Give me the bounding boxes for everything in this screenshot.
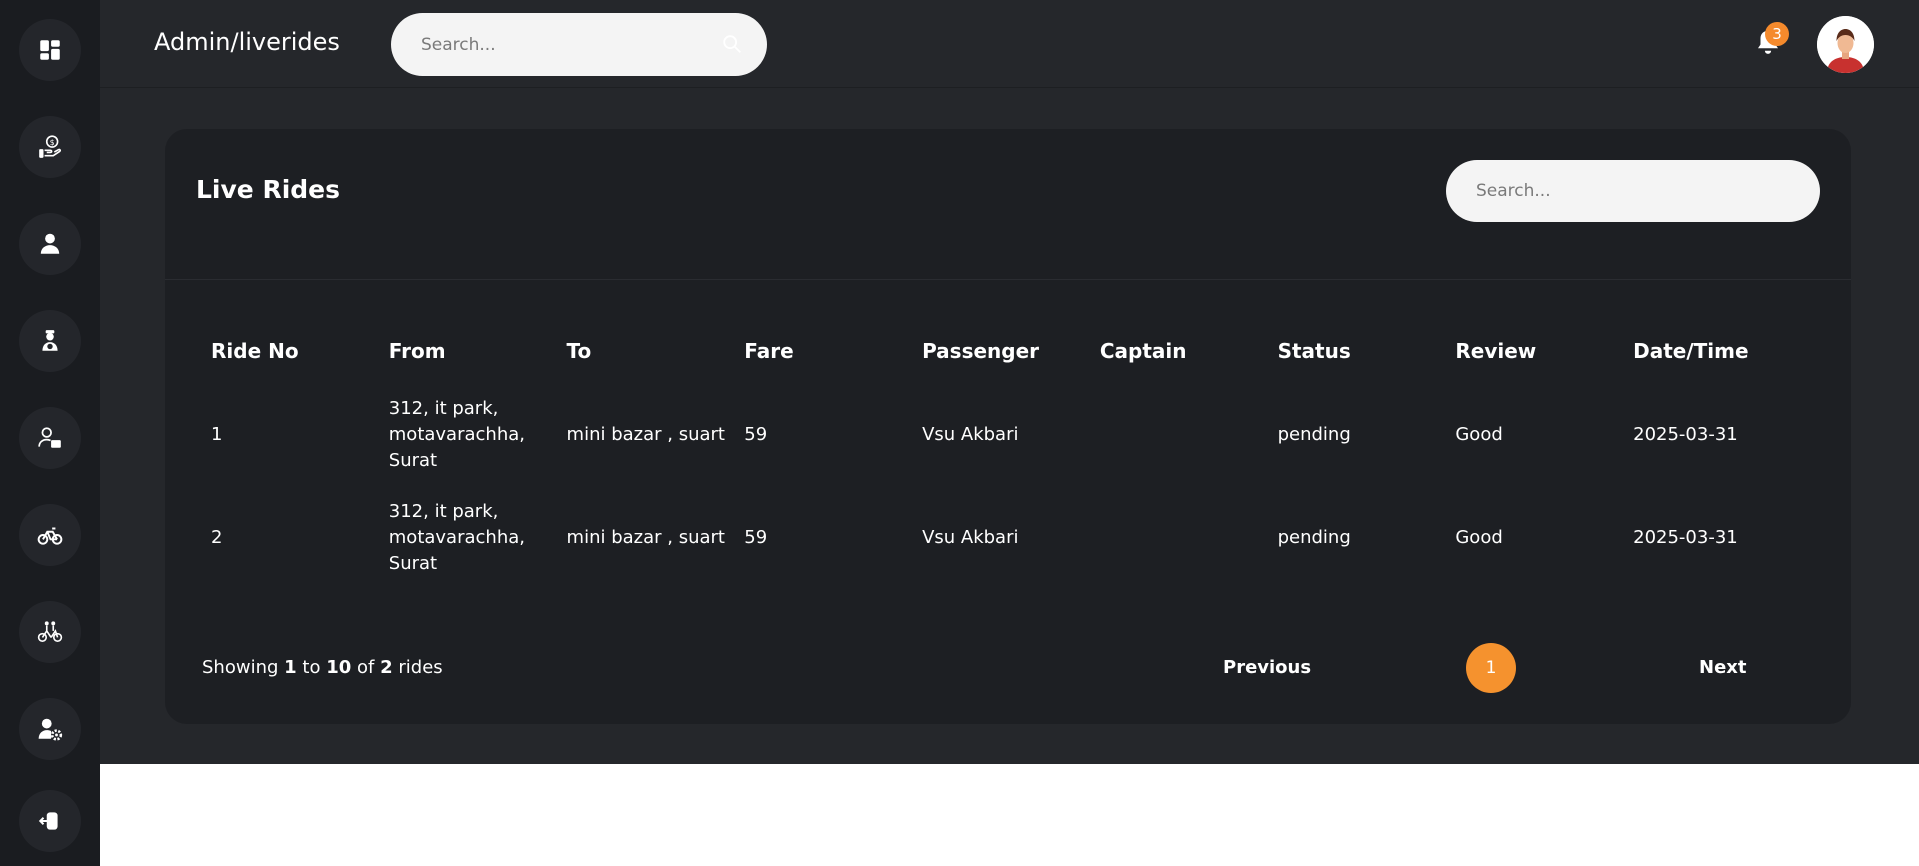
column-header-fare[interactable]: Fare: [744, 319, 922, 383]
page-1-button[interactable]: 1: [1466, 643, 1516, 693]
showing-total: 2: [380, 657, 393, 678]
sidebar-item-users[interactable]: [19, 213, 81, 275]
cell-captain: [1100, 486, 1278, 589]
divider: [165, 279, 1851, 280]
rides-table: Ride No From To Fare Passenger Captain S…: [211, 319, 1811, 589]
showing-prefix: Showing: [202, 657, 279, 678]
svg-text:$: $: [50, 138, 55, 147]
top-bar: Admin/liverides 3: [100, 0, 1919, 88]
sidebar: $: [0, 0, 100, 866]
column-header-status[interactable]: Status: [1278, 319, 1456, 383]
cell-from: 312, it park, motavarachha, Surat: [388, 500, 525, 574]
live-rides-card: Live Rides Ride No From To Fare Passenge…: [165, 129, 1851, 724]
cyclist-icon: [37, 621, 63, 643]
cell-date-time: 2025-03-31: [1633, 526, 1738, 548]
sidebar-item-drivers[interactable]: [19, 310, 81, 372]
showing-to-word: to: [302, 657, 321, 678]
sidebar-item-bikes[interactable]: [19, 504, 81, 566]
sidebar-item-dashboard[interactable]: [19, 19, 81, 81]
payment-hand-icon: $: [39, 135, 62, 158]
rides-search-input[interactable]: [1476, 160, 1796, 222]
cell-fare: 59: [744, 526, 768, 548]
user-card-icon: [38, 427, 61, 448]
driver-icon: [42, 330, 58, 351]
main-content: Admin/liverides 3 Live Rides: [100, 0, 1919, 764]
table-row[interactable]: 2 312, it park, motavarachha, Surat mini…: [211, 486, 1811, 589]
showing-of-word: of: [357, 657, 375, 678]
previous-page-button[interactable]: Previous: [1223, 657, 1311, 678]
cell-status: pending: [1277, 423, 1351, 445]
bike-icon: [37, 527, 63, 545]
column-header-from[interactable]: From: [389, 319, 567, 383]
search-icon[interactable]: [721, 33, 743, 55]
cell-date-time: 2025-03-31: [1633, 423, 1738, 445]
table-row[interactable]: 1 312, it park, motavarachha, Surat mini…: [211, 383, 1811, 486]
top-search-input[interactable]: [421, 13, 701, 76]
cell-passenger: Vsu Akbari: [922, 423, 1019, 445]
cell-fare: 59: [744, 423, 768, 445]
avatar[interactable]: [1817, 16, 1874, 73]
sidebar-item-user-cards[interactable]: [19, 407, 81, 469]
sidebar-item-payments[interactable]: $: [19, 116, 81, 178]
cell-from: 312, it park, motavarachha, Surat: [388, 397, 525, 471]
column-header-date-time[interactable]: Date/Time: [1633, 319, 1811, 383]
logout-icon: [38, 812, 58, 830]
cell-captain: [1100, 383, 1278, 486]
table-header-row: Ride No From To Fare Passenger Captain S…: [211, 319, 1811, 383]
user-icon: [40, 233, 60, 254]
sidebar-item-user-settings[interactable]: [19, 698, 81, 760]
user-avatar-icon: [1817, 16, 1874, 73]
cell-ride-no: 2: [211, 526, 223, 548]
cell-to: mini bazar , suart: [566, 526, 725, 548]
cell-passenger: Vsu Akbari: [922, 526, 1019, 548]
cell-review: Good: [1455, 423, 1503, 445]
rides-search-box[interactable]: [1446, 160, 1820, 222]
sidebar-item-cyclists[interactable]: [19, 601, 81, 663]
breadcrumb: Admin/liverides: [154, 28, 340, 56]
page-title: Live Rides: [196, 175, 341, 204]
cell-ride-no: 1: [211, 423, 223, 445]
top-search-box[interactable]: [391, 13, 767, 76]
dashboard-icon: [40, 40, 60, 60]
user-settings-icon: [38, 718, 63, 741]
column-header-passenger[interactable]: Passenger: [922, 319, 1100, 383]
pagination-summary: Showing 1 to 10 of 2 rides: [202, 657, 443, 678]
showing-suffix: rides: [398, 657, 443, 678]
column-header-to[interactable]: To: [567, 319, 745, 383]
column-header-ride-no[interactable]: Ride No: [211, 319, 389, 383]
notification-badge: 3: [1765, 22, 1789, 46]
column-header-captain[interactable]: Captain: [1100, 319, 1278, 383]
cell-review: Good: [1455, 526, 1503, 548]
next-page-button[interactable]: Next: [1699, 657, 1747, 678]
column-header-review[interactable]: Review: [1455, 319, 1633, 383]
sidebar-item-logout[interactable]: [19, 790, 81, 852]
cell-to: mini bazar , suart: [566, 423, 725, 445]
showing-from: 1: [284, 657, 297, 678]
cell-status: pending: [1277, 526, 1351, 548]
showing-to: 10: [326, 657, 352, 678]
